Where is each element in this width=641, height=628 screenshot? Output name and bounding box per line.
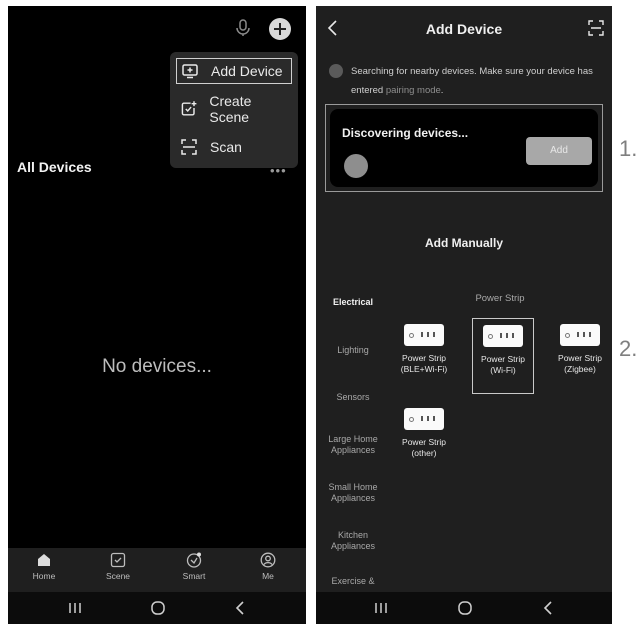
system-nav-bar [8, 592, 306, 624]
category-kitchen-appliances[interactable]: Kitchen Appliances [320, 530, 386, 552]
page-title: Add Device [425, 21, 503, 37]
menu-item-label: Scan [210, 139, 242, 155]
device-label: Power Strip (Zigbee) [558, 353, 602, 374]
tab-label: Smart [182, 571, 206, 581]
more-dots-icon[interactable]: ••• [270, 163, 287, 178]
category-small-home-appliances[interactable]: Small Home Appliances [320, 482, 386, 504]
device-thumbnail-icon [344, 154, 368, 178]
power-strip-icon [404, 324, 444, 346]
power-strip-icon [404, 408, 444, 430]
scan-icon [181, 139, 197, 155]
home-nav-icon[interactable] [455, 600, 475, 616]
device-power-strip-ble-wifi[interactable]: Power Strip (BLE+Wi-Fi) [392, 324, 456, 375]
annotation-number-2: 2. [619, 336, 638, 361]
bottom-tab-bar: Home Scene Smart Me [8, 548, 306, 592]
tab-label: Scene [105, 571, 131, 581]
home-icon [38, 554, 50, 566]
me-icon [260, 552, 276, 568]
pairing-mode-link[interactable]: pairing mode [386, 85, 441, 96]
scan-icon[interactable] [588, 20, 604, 36]
create-scene-icon [181, 101, 197, 116]
power-strip-icon [483, 325, 523, 347]
back-nav-icon[interactable] [230, 600, 250, 616]
section-title: All Devices [17, 159, 92, 175]
group-title: Power Strip [475, 293, 525, 304]
back-nav-icon[interactable] [538, 600, 558, 616]
category-exercise[interactable]: Exercise & [320, 576, 386, 587]
discovering-title: Discovering devices... [342, 126, 469, 140]
add-menu-popup: Add Device Create Scene Scan [170, 52, 298, 168]
power-strip-icon [560, 324, 600, 346]
menu-item-create-scene[interactable]: Create Scene [176, 93, 292, 125]
menu-item-scan[interactable]: Scan [176, 134, 292, 160]
recent-apps-icon[interactable] [65, 600, 85, 616]
right-phone-screen: Add Device Searching for nearby devices.… [316, 6, 612, 624]
tab-smart[interactable]: Smart [164, 552, 224, 581]
device-power-strip-other[interactable]: Power Strip (other) [392, 408, 456, 459]
add-device-icon [182, 64, 198, 79]
add-button[interactable]: Add [526, 137, 592, 165]
category-lighting[interactable]: Lighting [320, 345, 386, 356]
smart-icon [186, 552, 202, 568]
tab-scene[interactable]: Scene [88, 552, 148, 581]
microphone-icon[interactable] [234, 19, 252, 37]
device-power-strip-wifi[interactable]: Power Strip (Wi-Fi) [472, 318, 534, 394]
recent-apps-icon[interactable] [371, 600, 391, 616]
tab-home[interactable]: Home [14, 552, 74, 581]
scene-icon [110, 552, 126, 568]
tab-me[interactable]: Me [238, 552, 298, 581]
menu-item-label: Create Scene [209, 93, 252, 125]
add-manually-heading: Add Manually [424, 236, 503, 250]
home-nav-icon[interactable] [148, 600, 168, 616]
menu-item-label: Add Device [211, 63, 283, 79]
device-label: Power Strip (other) [402, 437, 446, 458]
tab-label: Home [32, 571, 56, 581]
category-sensors[interactable]: Sensors [320, 392, 386, 403]
device-label: Power Strip (Wi-Fi) [481, 354, 525, 375]
system-nav-bar [316, 592, 612, 624]
searching-spinner-icon [329, 64, 343, 78]
category-sidebar: Electrical Lighting Sensors Large Home A… [316, 282, 388, 592]
device-label: Power Strip (BLE+Wi-Fi) [400, 353, 448, 374]
search-end: . [440, 85, 444, 96]
category-electrical[interactable]: Electrical [320, 297, 386, 308]
left-phone-screen: Add Device Create Scene Scan All Devices… [8, 6, 306, 624]
menu-item-add-device[interactable]: Add Device [176, 58, 292, 84]
tab-label: Me [262, 571, 274, 581]
annotation-number-1: 1. [619, 136, 638, 161]
empty-state-text: No devices... [102, 356, 212, 377]
discovering-box: Discovering devices... Add [325, 104, 603, 192]
device-power-strip-zigbee[interactable]: Power Strip (Zigbee) [548, 324, 612, 375]
searching-message: Searching for nearby devices. Make sure … [351, 62, 601, 100]
discovering-card: Discovering devices... Add [330, 109, 598, 187]
category-large-home-appliances[interactable]: Large Home Appliances [320, 434, 386, 456]
add-plus-button[interactable] [269, 18, 291, 40]
